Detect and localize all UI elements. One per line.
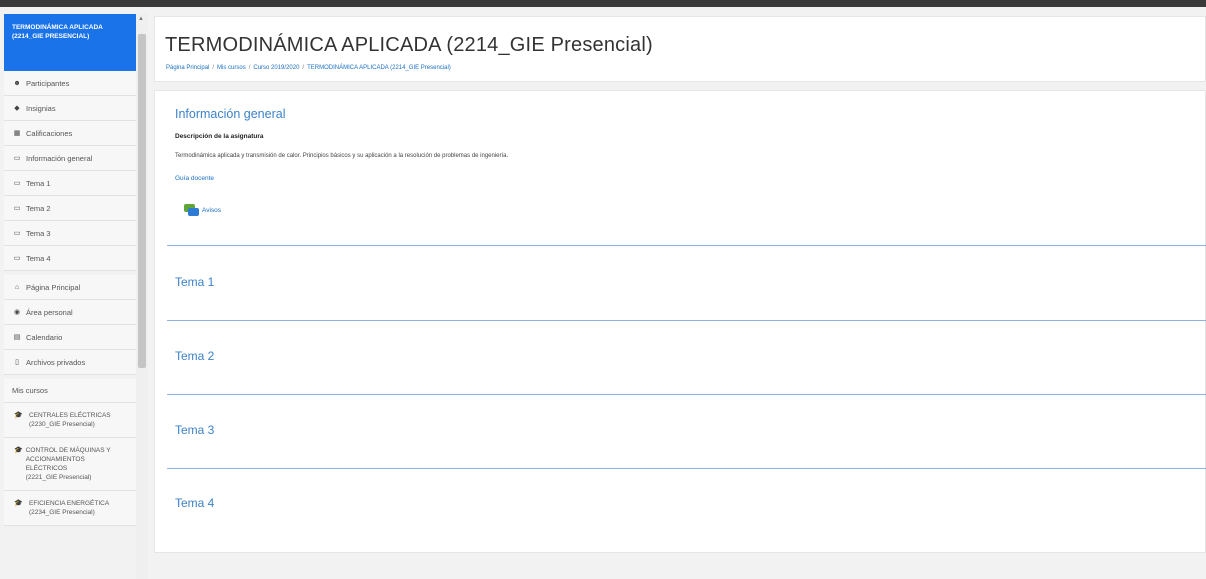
sidebar-item-calificaciones[interactable]: ▦ Calificaciones: [4, 121, 136, 146]
breadcrumb-mis-cursos[interactable]: Mis cursos: [217, 65, 246, 71]
description-heading: Descripción de la asignatura: [175, 133, 264, 140]
sidebar-item-label: Tema 2: [26, 203, 51, 213]
avisos-label: Avisos: [202, 207, 222, 214]
breadcrumb: Página Principal / Mis cursos / Curso 2019/2…: [166, 65, 451, 71]
calendar-icon: ▤: [13, 334, 21, 341]
sidebar-scrollbar[interactable]: ▲: [136, 14, 148, 579]
graduation-cap-icon: 🎓: [14, 412, 23, 419]
sidebar-item-label: Participantes: [26, 78, 70, 88]
sidebar-item-pagina-principal[interactable]: ⌂ Página Principal: [4, 275, 136, 300]
home-icon: ⌂: [14, 283, 20, 291]
course-code: (2221_GIE Presencial): [25, 474, 92, 481]
course-content: Información general Descripción de la as…: [154, 90, 1206, 553]
breadcrumb-curso[interactable]: Curso 2019/2020: [253, 65, 299, 71]
grades-icon: ▦: [13, 130, 21, 137]
section-title-tema-1[interactable]: Tema 1: [175, 275, 214, 289]
folder-icon: ▭: [13, 255, 21, 262]
sidebar-item-label: Página Principal: [26, 282, 81, 292]
page-title: TERMODINÁMICA APLICADA (2214_GIE Presenc…: [165, 34, 653, 56]
participants-icon: ☻: [13, 79, 21, 87]
sidebar-item-label: Calificaciones: [26, 128, 73, 138]
section-divider: [167, 468, 1206, 469]
breadcrumb-separator: /: [248, 65, 251, 71]
guia-docente-link[interactable]: Guía docente: [175, 175, 214, 182]
folder-icon: ▭: [13, 230, 21, 237]
sidebar-item-tema-1[interactable]: ▭ Tema 1: [4, 171, 136, 196]
breadcrumb-separator: /: [212, 65, 215, 71]
sidebar-item-archivos-privados[interactable]: ▯ Archivos privados: [4, 350, 136, 375]
course-sidebar: TERMODINÁMICA APLICADA (2214_GIE Presenc…: [4, 14, 136, 579]
top-bar: [0, 0, 1206, 7]
course-name: CENTRALES ELÉCTRICAS: [29, 412, 111, 419]
breadcrumb-separator: /: [302, 65, 305, 71]
sidebar-item-label: Tema 1: [26, 178, 51, 188]
breadcrumb-course-title[interactable]: TERMODINÁMICA APLICADA (2214_GIE Presenc…: [307, 65, 451, 71]
description-text: Termodinámica aplicada y transmisión de …: [175, 153, 509, 159]
section-title-tema-4[interactable]: Tema 4: [175, 496, 214, 510]
sidebar-item-calendario[interactable]: ▤ Calendario: [4, 325, 136, 350]
page-header: TERMODINÁMICA APLICADA (2214_GIE Presenc…: [154, 16, 1206, 82]
active-course-item[interactable]: TERMODINÁMICA APLICADA (2214_GIE Presenc…: [4, 14, 136, 71]
sidebar-item-area-personal[interactable]: ◉ Área personal: [4, 300, 136, 325]
course-name: EFICIENCIA ENERGÉTICA: [29, 500, 110, 507]
badge-icon: ◆: [14, 105, 20, 112]
course-code: (2234_GIE Presencial): [29, 509, 95, 516]
section-general: Información general: [175, 107, 285, 121]
section-title-tema-3[interactable]: Tema 3: [175, 423, 214, 437]
graduation-cap-icon: 🎓: [14, 447, 23, 454]
sidebar-item-label: Insignias: [26, 103, 56, 113]
folder-icon: ▭: [13, 205, 21, 212]
avisos-forum-link[interactable]: Avisos: [184, 204, 221, 217]
section-title-general[interactable]: Información general: [175, 107, 285, 121]
section-divider: [167, 245, 1206, 246]
scroll-up-arrow-icon[interactable]: ▲: [138, 16, 144, 22]
sidebar-item-participantes[interactable]: ☻ Participantes: [4, 71, 136, 96]
section-divider: [167, 394, 1206, 395]
sidebar-item-tema-3[interactable]: ▭ Tema 3: [4, 221, 136, 246]
folder-icon: ▭: [13, 180, 21, 187]
course-item-label: CENTRALES ELÉCTRICAS (2230_GIE Presencial…: [29, 411, 111, 429]
folder-icon: ▭: [13, 155, 21, 162]
site-nav: ⌂ Página Principal ◉ Área personal ▤ Calend…: [4, 275, 136, 375]
sidebar-item-informacion-general[interactable]: ▭ Información general: [4, 146, 136, 171]
course-item-centrales[interactable]: 🎓 CENTRALES ELÉCTRICAS (2230_GIE Presenci…: [4, 403, 136, 438]
sidebar-item-label: Archivos privados: [26, 357, 86, 367]
course-item-label: EFICIENCIA ENERGÉTICA (2234_GIE Presencia…: [29, 499, 109, 517]
dashboard-icon: ◉: [13, 309, 21, 316]
forum-icon: [184, 204, 200, 217]
scrollbar-thumb[interactable]: [138, 34, 146, 368]
sidebar-item-label: Tema 3: [26, 228, 51, 238]
course-item-control[interactable]: 🎓 CONTROL DE MÁQUINAS Y ACCIONAMIENTOS E…: [4, 438, 136, 491]
sidebar-item-label: Tema 4: [26, 253, 51, 263]
sidebar-item-label: Calendario: [26, 332, 63, 342]
course-item-eficiencia[interactable]: 🎓 EFICIENCIA ENERGÉTICA (2234_GIE Presenc…: [4, 491, 136, 526]
sidebar-item-tema-4[interactable]: ▭ Tema 4: [4, 246, 136, 271]
sidebar-item-tema-2[interactable]: ▭ Tema 2: [4, 196, 136, 221]
course-code: (2230_GIE Presencial): [29, 421, 95, 428]
sidebar-item-label: Área personal: [26, 307, 73, 317]
section-title-tema-2[interactable]: Tema 2: [175, 349, 214, 363]
course-nav: ☻ Participantes ◆ Insignias ▦ Calificacione…: [4, 71, 136, 271]
course-item-label: CONTROL DE MÁQUINAS Y ACCIONAMIENTOS ELÉ…: [26, 446, 128, 482]
section-divider: [167, 320, 1206, 321]
breadcrumb-pagina-principal[interactable]: Página Principal: [166, 65, 209, 71]
graduation-cap-icon: 🎓: [14, 500, 23, 507]
mis-cursos-heading[interactable]: Mis cursos: [4, 379, 136, 403]
sidebar-item-label: Información general: [26, 153, 93, 163]
course-name: CONTROL DE MÁQUINAS Y ACCIONAMIENTOS ELÉ…: [25, 447, 111, 472]
file-icon: ▯: [15, 359, 19, 366]
sidebar-item-insignias[interactable]: ◆ Insignias: [4, 96, 136, 121]
